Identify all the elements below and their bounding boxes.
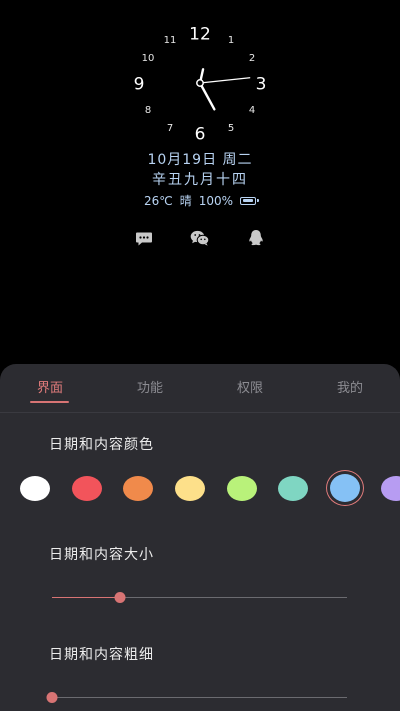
tab-bar: 界面 功能 权限 我的 (0, 364, 400, 413)
size-slider-thumb[interactable] (114, 592, 126, 603)
size-section-label: 日期和内容大小 (49, 547, 154, 563)
settings-sheet: 界面 功能 权限 我的 日期和内容颜色 日期和内容大小 日期和内容粗细 (0, 364, 400, 711)
second-hand (199, 77, 251, 84)
clock-numeral-7: 7 (166, 123, 174, 134)
clock-numeral-6: 6 (194, 124, 206, 145)
size-slider[interactable] (52, 591, 347, 605)
size-slider-fill (52, 597, 120, 598)
clock-numeral-12: 12 (189, 24, 211, 45)
tab-features[interactable]: 功能 (137, 377, 163, 396)
tab-mine[interactable]: 我的 (337, 377, 363, 396)
temperature: 26℃ (143, 193, 173, 208)
color-swatch-purple[interactable] (381, 476, 400, 501)
clock-center (196, 79, 204, 87)
color-swatch-teal[interactable] (278, 476, 308, 501)
clock-numeral-1: 1 (227, 35, 235, 46)
wechat-icon (190, 230, 210, 246)
active-tab-indicator (30, 401, 69, 403)
battery-percent: 100% (198, 193, 234, 208)
notification-icons (0, 229, 400, 249)
gregorian-date: 10月19日 周二 (147, 152, 253, 168)
weather: 晴 (179, 194, 192, 208)
thickness-slider[interactable] (46, 691, 347, 705)
color-swatch-green[interactable] (227, 476, 257, 501)
analog-clock: 12 1 2 3 4 5 6 7 8 9 10 11 (130, 22, 270, 144)
color-swatch-red[interactable] (72, 476, 102, 501)
lunar-date: 辛丑九月十四 (152, 172, 248, 188)
clock-numeral-10: 10 (141, 53, 155, 64)
clock-numeral-2: 2 (248, 53, 256, 64)
battery-icon (240, 196, 259, 205)
thickness-slider-thumb[interactable] (46, 692, 58, 703)
color-swatch-orange[interactable] (123, 476, 153, 501)
tab-interface[interactable]: 界面 (37, 377, 63, 396)
lock-screen-preview: 12 1 2 3 4 5 6 7 8 9 10 11 10月19日 周二 辛丑九… (0, 0, 400, 711)
clock-numeral-4: 4 (248, 105, 256, 116)
tab-permissions[interactable]: 权限 (237, 377, 263, 396)
color-section-label: 日期和内容颜色 (49, 437, 154, 453)
qq-icon (249, 230, 263, 246)
clock-numeral-11: 11 (163, 35, 177, 46)
color-swatch-yellow[interactable] (175, 476, 205, 501)
message-icon (136, 232, 152, 246)
color-swatch-white[interactable] (20, 476, 50, 501)
clock-numeral-9: 9 (133, 74, 145, 95)
thickness-slider-track (52, 697, 347, 698)
clock-numeral-8: 8 (144, 105, 152, 116)
status-line: 26℃ 晴 100% (0, 192, 400, 209)
clock-numeral-3: 3 (255, 74, 267, 95)
clock-numeral-5: 5 (227, 123, 235, 134)
color-swatch-row (0, 470, 400, 508)
color-swatch-blue[interactable] (326, 470, 364, 506)
thickness-section-label: 日期和内容粗细 (49, 647, 154, 663)
minute-hand (198, 81, 216, 111)
